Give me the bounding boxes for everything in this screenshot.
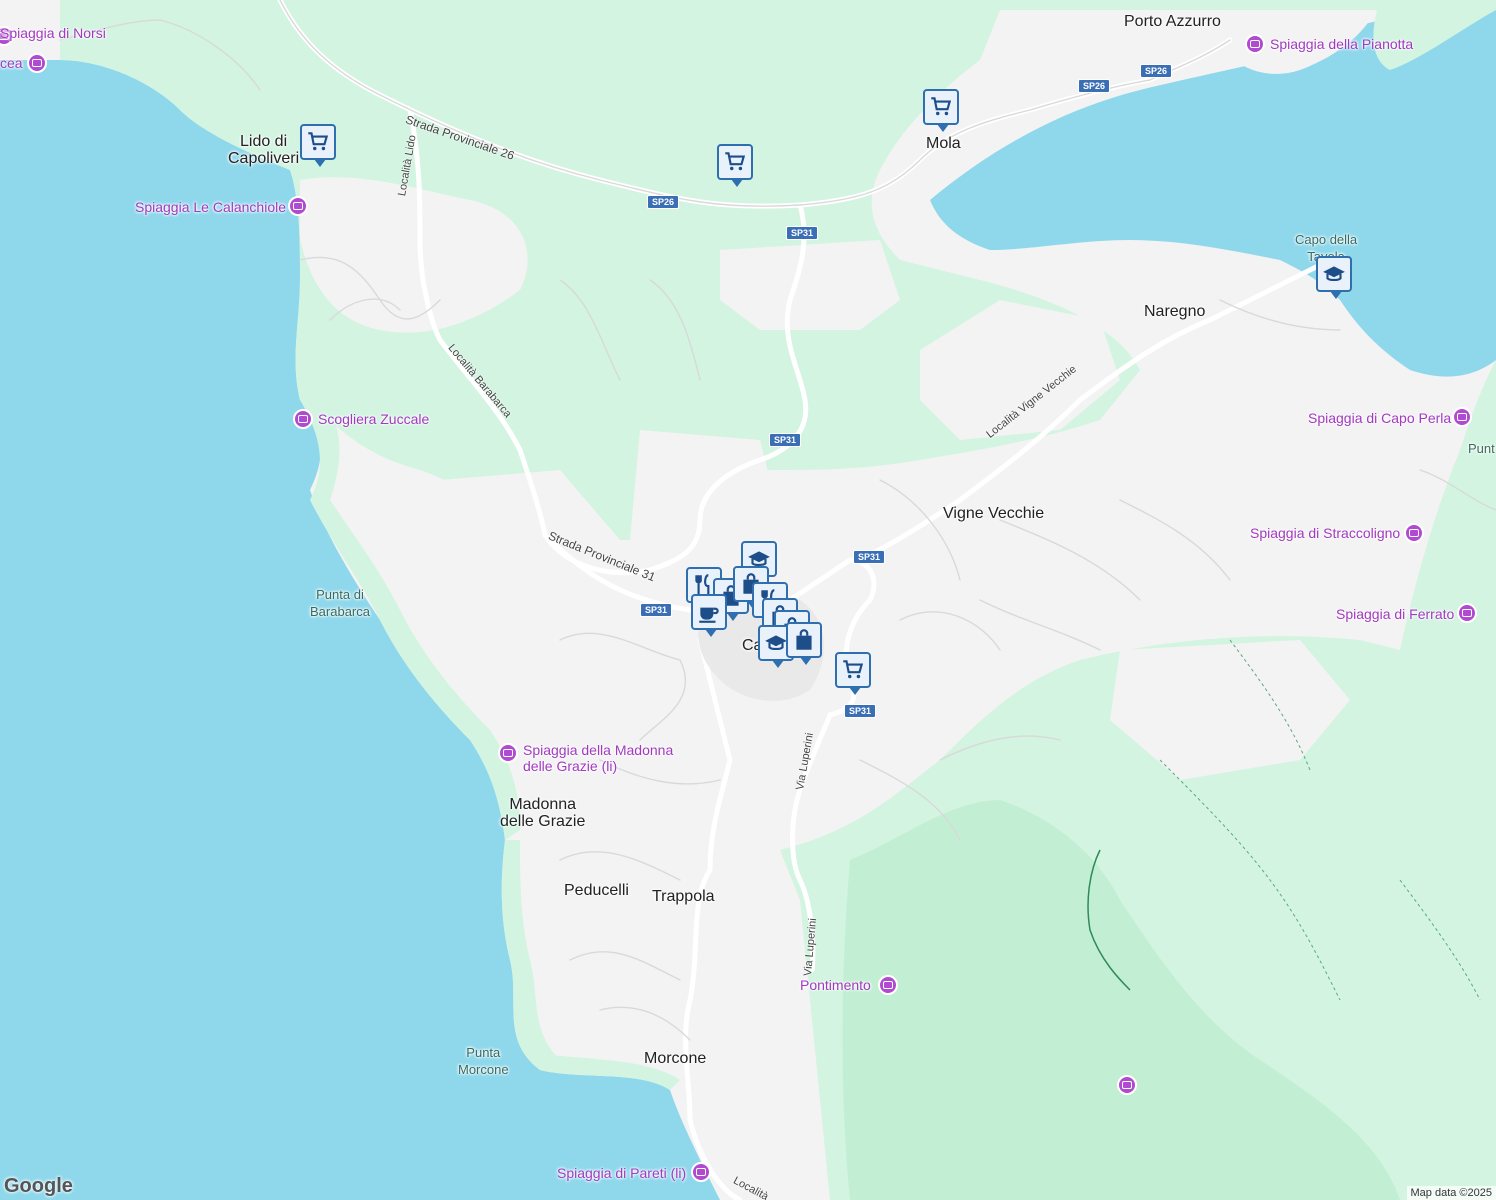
town-lido-di-capoliveri[interactable]: Lido di Capoliveri — [228, 133, 299, 167]
coffee-icon[interactable] — [691, 594, 727, 637]
shield-sp31-5: SP31 — [844, 704, 877, 718]
poi-spiaggia-della-madonna-delle-grazie[interactable]: Spiaggia della Madonna delle Grazie (li) — [523, 742, 673, 774]
poi-spiaggia-di-norsi[interactable]: Spiaggia di Norsi — [0, 25, 106, 41]
shopping-cart-icon-glyph — [308, 132, 329, 151]
shield-sp26-2: SP26 — [1078, 79, 1111, 93]
town-vigne-vecchie[interactable]: Vigne Vecchie — [943, 505, 1044, 522]
shopping-cart-icon-glyph — [725, 152, 746, 171]
camera-icon[interactable] — [293, 409, 313, 429]
school-icon[interactable] — [1316, 256, 1352, 299]
google-logo: Google — [4, 1175, 73, 1197]
poi-scogliera-zuccale[interactable]: Scogliera Zuccale — [318, 411, 429, 427]
shopping-cart-icon[interactable] — [717, 144, 753, 187]
map-attribution[interactable]: Map data ©2025 — [1406, 1186, 1496, 1200]
poi-spiaggia-di-straccoligno[interactable]: Spiaggia di Straccoligno — [1250, 525, 1400, 541]
camera-icon[interactable] — [1452, 407, 1472, 427]
map-canvas[interactable]: Strada Provinciale 26 Strada Provinciale… — [0, 0, 1496, 1200]
camera-icon[interactable] — [1117, 1075, 1137, 1095]
shield-sp31-4: SP31 — [640, 603, 673, 617]
town-trappola[interactable]: Trappola — [652, 888, 715, 905]
town-peducelli[interactable]: Peducelli — [564, 882, 629, 899]
shopping-cart-icon[interactable] — [923, 89, 959, 132]
place-punta-morcone[interactable]: Punta Morcone — [458, 1044, 509, 1078]
camera-icon[interactable] — [691, 1162, 711, 1182]
camera-icon[interactable] — [288, 196, 308, 216]
shield-sp31-2: SP31 — [769, 433, 802, 447]
poi-spiaggia-di-pareti[interactable]: Spiaggia di Pareti (li) — [557, 1165, 686, 1181]
poi-spiaggia-della-pianotta[interactable]: Spiaggia della Pianotta — [1270, 36, 1413, 52]
camera-icon[interactable] — [1404, 523, 1424, 543]
town-madonna-delle-grazie[interactable]: Madonna delle Grazie — [500, 796, 585, 830]
town-morcone[interactable]: Morcone — [644, 1050, 706, 1067]
poi-cea[interactable]: cea — [0, 55, 23, 71]
place-punt[interactable]: Punt — [1468, 440, 1495, 457]
coffee-icon-glyph — [699, 607, 719, 623]
camera-icon[interactable] — [1245, 34, 1265, 54]
shopping-cart-icon[interactable] — [300, 124, 336, 167]
shield-sp26-1: SP26 — [647, 195, 680, 209]
place-punta-di-barabarca[interactable]: Punta di Barabarca — [310, 586, 370, 620]
shield-sp26-3: SP26 — [1140, 64, 1173, 78]
school-icon-glyph — [1323, 266, 1345, 282]
poi-spiaggia-di-ferrato[interactable]: Spiaggia di Ferrato — [1336, 606, 1454, 622]
camera-icon[interactable] — [878, 975, 898, 995]
camera-icon[interactable] — [27, 53, 47, 73]
poi-pontimento[interactable]: Pontimento — [800, 977, 871, 993]
poi-spiaggia-di-capo-perla[interactable]: Spiaggia di Capo Perla — [1308, 410, 1451, 426]
shield-sp31-1: SP31 — [786, 226, 819, 240]
camera-icon[interactable] — [1457, 603, 1477, 623]
town-porto-azzurro[interactable]: Porto Azzurro — [1124, 13, 1221, 30]
town-naregno[interactable]: Naregno — [1144, 303, 1205, 320]
shopping-bag-icon-glyph — [796, 629, 812, 650]
shopping-cart-icon[interactable] — [835, 652, 871, 695]
camera-icon[interactable] — [498, 743, 518, 763]
shopping-bag-icon[interactable] — [786, 622, 822, 665]
town-mola[interactable]: Mola — [926, 135, 961, 152]
shield-sp31-3: SP31 — [853, 550, 886, 564]
shopping-cart-icon-glyph — [931, 97, 952, 116]
poi-spiaggia-le-calanchiole[interactable]: Spiaggia Le Calanchiole — [135, 199, 286, 215]
shopping-cart-icon-glyph — [843, 660, 864, 679]
